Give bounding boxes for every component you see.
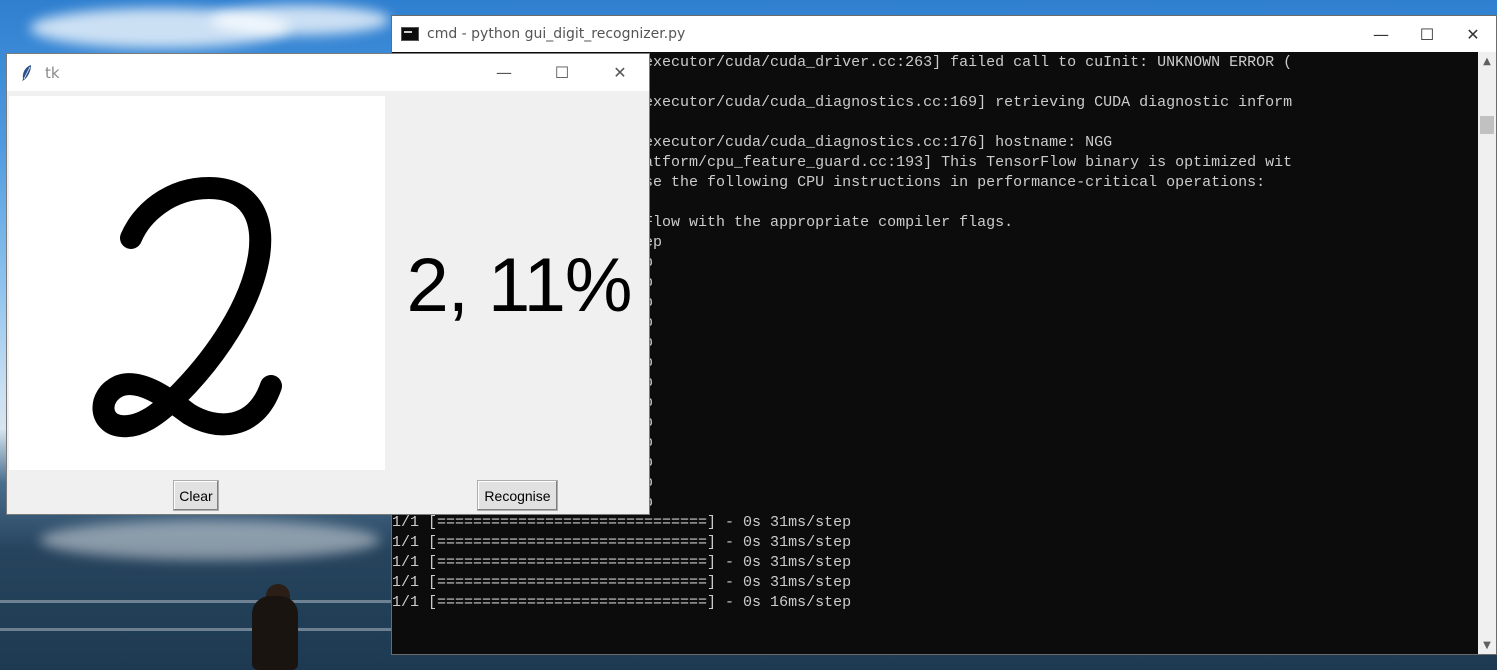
wallpaper-wave — [0, 628, 400, 631]
vertical-scrollbar[interactable]: ▲ ▼ — [1478, 52, 1496, 654]
maximize-button[interactable]: ☐ — [533, 54, 591, 91]
cmd-window-title: cmd - python gui_digit_recognizer.py — [427, 26, 686, 42]
tk-window-controls: — ☐ ✕ — [475, 54, 649, 91]
wallpaper-cloud — [40, 520, 380, 560]
cmd-window-controls: — ☐ ✕ — [1358, 16, 1496, 52]
tk-titlebar[interactable]: tk — ☐ ✕ — [7, 54, 649, 91]
tk-window-title: tk — [45, 63, 60, 82]
console-icon — [401, 27, 419, 41]
minimize-button[interactable]: — — [475, 54, 533, 91]
drawing-canvas[interactable] — [9, 96, 385, 470]
console-line: 1/1 [==============================] - 0… — [392, 514, 852, 531]
tk-window: tk — ☐ ✕ 2, 11% Clear Recognise — [6, 53, 650, 515]
console-line: 1/1 [==============================] - 0… — [392, 594, 852, 611]
scroll-down-arrow-icon[interactable]: ▼ — [1478, 636, 1496, 654]
handwritten-digit-drawing — [92, 177, 282, 438]
scrollbar-thumb[interactable] — [1480, 116, 1494, 134]
scroll-up-arrow-icon[interactable]: ▲ — [1478, 52, 1496, 70]
cmd-titlebar[interactable]: cmd - python gui_digit_recognizer.py — ☐… — [392, 16, 1496, 52]
wallpaper-wave — [0, 600, 400, 603]
wallpaper-cloud — [210, 5, 390, 35]
wallpaper-runner — [252, 596, 298, 670]
console-line: 1/1 [==============================] - 0… — [392, 534, 852, 551]
console-line: 1/1 [==============================] - 0… — [392, 574, 852, 591]
close-button[interactable]: ✕ — [591, 54, 649, 91]
clear-button[interactable]: Clear — [173, 480, 219, 511]
prediction-label: 2, 11% — [406, 243, 633, 328]
minimize-button[interactable]: — — [1358, 16, 1404, 52]
recognise-button[interactable]: Recognise — [477, 480, 558, 511]
close-button[interactable]: ✕ — [1450, 16, 1496, 52]
feather-icon — [22, 64, 31, 81]
maximize-button[interactable]: ☐ — [1404, 16, 1450, 52]
console-line: 1/1 [==============================] - 0… — [392, 554, 852, 571]
